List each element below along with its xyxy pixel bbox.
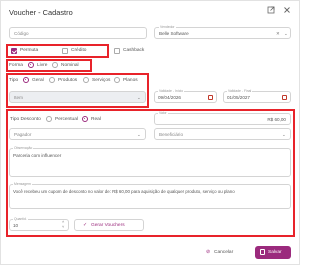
observacao-label: Observação xyxy=(13,146,34,150)
tipo-planos-radio[interactable] xyxy=(114,77,120,83)
credito-label: Crédito xyxy=(71,48,87,53)
codigo-input[interactable]: Código xyxy=(9,27,147,39)
validade-inicio-input[interactable]: Validade - Início 09/04/2026 xyxy=(154,89,217,103)
nominal-radio[interactable] xyxy=(52,62,58,68)
save-label: Salvar xyxy=(268,249,282,255)
close-icon[interactable] xyxy=(282,6,292,16)
clear-icon[interactable]: ✕ xyxy=(276,31,280,37)
validade-final-label: Validade - Final xyxy=(227,89,253,93)
validade-final-value: 01/05/2027 xyxy=(227,95,250,100)
expand-icon[interactable] xyxy=(266,6,276,16)
pagador-select[interactable]: Pagador ⌄ xyxy=(9,128,146,140)
cashback-label: Cashback xyxy=(123,48,145,53)
quantidade-value: 10 xyxy=(13,223,19,228)
chevron-down-icon[interactable]: ⌄ xyxy=(137,132,141,138)
forma-label: Forma xyxy=(9,63,23,68)
real-radio[interactable] xyxy=(82,116,88,122)
beneficiario-placeholder: Beneficiário xyxy=(159,132,184,137)
vendedor-value: Belle Software xyxy=(159,31,189,36)
cashback-checkbox[interactable] xyxy=(114,48,120,54)
vendedor-select[interactable]: Vendedor Belle Software ✕ ⌄ xyxy=(154,25,291,39)
tipo-servicos-label: Serviços xyxy=(92,78,111,83)
chevron-down-icon[interactable]: ⌄ xyxy=(137,95,141,101)
cancel-button[interactable]: ⊘ Cancelar xyxy=(203,247,251,259)
tipo-servicos-radio[interactable] xyxy=(83,77,89,83)
valor-value: R$ 60,00 xyxy=(267,117,286,122)
save-button[interactable]: Salvar xyxy=(255,246,291,259)
chevron-down-icon[interactable]: ⌄ xyxy=(284,31,288,37)
dialog-title: Voucher - Cadastro xyxy=(9,8,73,17)
stepper-down-icon[interactable]: ˅ xyxy=(62,224,64,229)
permuta-checkbox[interactable] xyxy=(11,48,17,54)
tipo-geral-label: Geral xyxy=(32,78,44,83)
livre-label: Livre xyxy=(37,63,48,68)
calendar-icon[interactable] xyxy=(282,95,287,100)
permuta-label: Permuta xyxy=(20,48,39,53)
mensagem-textarea[interactable]: Mensagem Você recebeu um cupom de descon… xyxy=(9,182,291,209)
beneficiario-select[interactable]: Beneficiário ⌄ xyxy=(154,128,291,140)
tipo-desconto-label: Tipo Desconto xyxy=(10,117,41,122)
tipo-produtos-label: Produtos xyxy=(58,78,78,83)
cancel-label: Cancelar xyxy=(214,250,234,255)
percentual-radio[interactable] xyxy=(46,116,52,122)
valor-input[interactable]: Valor R$ 60,00 xyxy=(154,111,291,125)
mensagem-value: Você recebeu um cupom de desconto no val… xyxy=(13,189,235,194)
tipo-produtos-radio[interactable] xyxy=(49,77,55,83)
check-icon: ✓ xyxy=(83,222,88,228)
quantidade-label: Quantid. xyxy=(13,217,28,221)
validade-inicio-value: 09/04/2026 xyxy=(158,95,181,100)
chevron-down-icon[interactable]: ⌄ xyxy=(282,132,286,138)
item-placeholder: Item xyxy=(14,95,23,100)
gerar-vouchers-button[interactable]: ✓ Gerar Vouchers xyxy=(74,219,144,231)
observacao-textarea[interactable]: Observação Parceria com influencer xyxy=(9,146,291,177)
livre-radio[interactable] xyxy=(28,62,34,68)
codigo-placeholder: Código xyxy=(14,31,29,36)
credito-checkbox[interactable] xyxy=(62,48,68,54)
observacao-value: Parceria com influencer xyxy=(13,153,62,158)
voucher-dialog: Voucher - Cadastro Código Vendedor Belle… xyxy=(0,0,300,265)
item-select[interactable]: Item ⌄ xyxy=(9,91,146,103)
tipo-planos-label: Planos xyxy=(123,78,138,83)
save-icon xyxy=(260,249,265,255)
pagador-placeholder: Pagador xyxy=(14,132,32,137)
valor-label: Valor xyxy=(158,111,168,115)
mensagem-label: Mensagem xyxy=(13,182,32,186)
percentual-label: Percentual xyxy=(55,117,78,122)
tipo-label: Tipo xyxy=(9,78,19,83)
calendar-icon[interactable] xyxy=(208,95,213,100)
nominal-label: Nominal xyxy=(61,63,79,68)
quantidade-input[interactable]: Quantid. 10 ˄ ˅ xyxy=(9,217,69,231)
validade-final-input[interactable]: Validade - Final 01/05/2027 xyxy=(223,89,291,103)
cancel-icon: ⊘ xyxy=(206,249,211,255)
vendedor-label: Vendedor xyxy=(159,25,176,29)
real-label: Real xyxy=(91,117,101,122)
validade-inicio-label: Validade - Início xyxy=(158,89,185,93)
tipo-geral-radio[interactable] xyxy=(23,77,29,83)
gerar-vouchers-label: Gerar Vouchers xyxy=(91,223,125,228)
